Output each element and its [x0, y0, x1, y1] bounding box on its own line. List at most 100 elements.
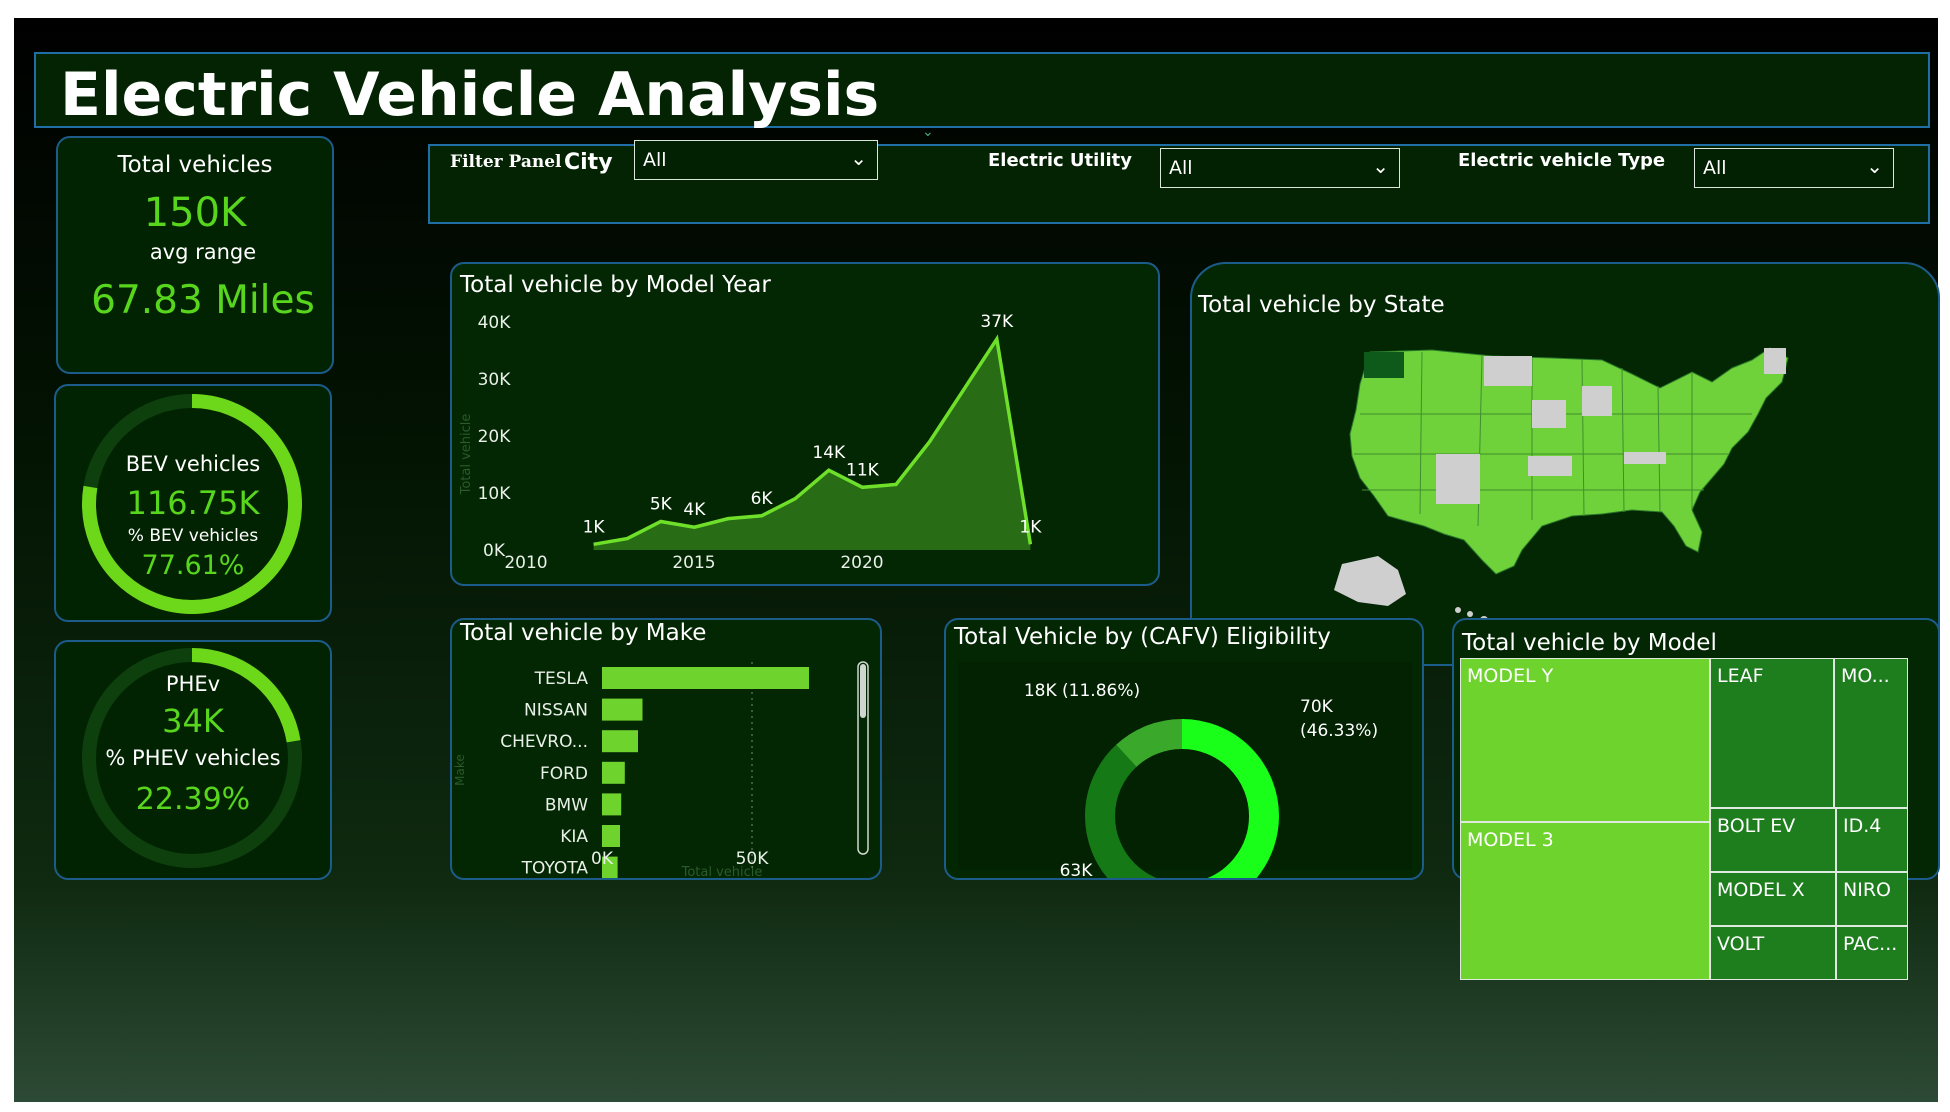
kpi-bev-pct-value: 77.61%	[141, 550, 245, 581]
treemap-cell-niro[interactable]: NIRO	[1836, 872, 1908, 926]
y-tick-label: 20K	[478, 427, 512, 447]
x-tick-label: 2010	[504, 553, 547, 573]
filter-panel: Filter Panel City All ⌄ Electric Utility…	[428, 140, 1930, 224]
bar-category-label: CHEVRO...	[500, 732, 588, 752]
slice-pct-label: (46.33%)	[1300, 721, 1378, 741]
chevron-down-icon: ⌄	[850, 146, 867, 170]
data-label: 1K	[583, 517, 606, 537]
chevron-down-icon[interactable]: ⌄	[922, 124, 934, 140]
data-label: 14K	[812, 443, 846, 463]
treemap-cell-mo[interactable]: MO...	[1834, 658, 1908, 808]
kpi-total-value: 150K	[143, 190, 247, 236]
treemap-cell-id4[interactable]: ID.4	[1836, 808, 1908, 872]
kpi-range-value: 67.83 Miles	[91, 278, 315, 323]
bar	[602, 698, 643, 721]
state-kentucky	[1624, 452, 1666, 464]
y-tick-label: 30K	[478, 370, 512, 390]
filter-panel-label: Filter Panel	[450, 152, 562, 172]
scrollbar-thumb[interactable]	[860, 664, 866, 718]
bar-category-label: BMW	[545, 795, 588, 815]
type-label: Electric vehicle Type	[1458, 150, 1666, 171]
kpi-phev-pct-label: % PHEV vehicles	[105, 746, 281, 770]
chevron-down-icon: ⌄	[1866, 154, 1883, 178]
state-map-chart: Total vehicle by State	[1190, 262, 1940, 666]
bar-category-label: TESLA	[534, 669, 589, 689]
data-label: 1K	[1019, 517, 1042, 537]
treemap-cell-leaf[interactable]: LEAF	[1710, 658, 1834, 808]
state-maine	[1764, 348, 1786, 374]
y-tick-label: 10K	[478, 484, 512, 504]
data-label: 6K	[751, 489, 774, 509]
area-chart-svg: Total vehicle 0K 10K 20K 30K 40K 2010 2015 2020…	[459, 312, 1042, 573]
treemap-cell-volt[interactable]: VOLT	[1710, 926, 1836, 980]
title-bar: Electric Vehicle Analysis ⌄	[34, 52, 1930, 140]
state-oklahoma	[1528, 456, 1572, 476]
x-tick-label: 50K	[736, 849, 770, 869]
chevron-down-icon: ⌄	[1372, 154, 1389, 178]
type-dropdown-value: All	[1703, 157, 1727, 179]
city-dropdown-value: All	[643, 149, 667, 171]
kpi-phev-value: 34K	[162, 702, 224, 740]
state-wisconsin	[1582, 386, 1612, 416]
page-title: Electric Vehicle Analysis	[60, 60, 880, 130]
state-washington	[1364, 352, 1404, 378]
state-north-dakota	[1484, 356, 1532, 386]
bar	[602, 761, 625, 784]
kpi-phev-label: PHEv	[165, 672, 221, 696]
model-year-chart: Total vehicle by Model Year Total vehicl…	[450, 262, 1160, 586]
treemap-cell-model-y[interactable]: MODEL Y	[1460, 658, 1710, 822]
bar	[602, 825, 620, 847]
utility-dropdown[interactable]: All ⌄	[1160, 148, 1400, 188]
data-label: 11K	[846, 460, 880, 480]
treemap-cell-pac[interactable]: PAC...	[1836, 926, 1908, 980]
x-tick-label: 0K	[591, 849, 614, 869]
treemap-cell-model-x[interactable]: MODEL X	[1710, 872, 1836, 926]
utility-dropdown-value: All	[1169, 157, 1193, 179]
kpi-range-label: avg range	[149, 240, 257, 264]
state-iowa	[1532, 400, 1566, 428]
kpi-bev-value: 116.75K	[126, 484, 260, 522]
kpi-bev-label: BEV vehicles	[125, 452, 261, 476]
state-alaska	[1334, 556, 1406, 606]
bar-category-label: KIA	[560, 827, 588, 847]
bar-category-label: TOYOTA	[521, 859, 589, 878]
kpi-bev-pct-label: % BEV vehicles	[127, 526, 259, 546]
treemap-cell-bolt-ev[interactable]: BOLT EV	[1710, 808, 1836, 872]
cafv-donut-chart: Total Vehicle by (CAFV) Eligibility 70K(…	[944, 618, 1424, 880]
make-bar-chart: Total vehicle by Make Make Total vehicle…	[450, 618, 882, 880]
type-dropdown[interactable]: All ⌄	[1694, 148, 1894, 188]
kpi-phev-pct-value: 22.39%	[135, 782, 251, 817]
y-axis-title: Make	[453, 754, 467, 786]
treemap-cell-model-3[interactable]: MODEL 3	[1460, 822, 1710, 980]
state-new-mexico	[1436, 454, 1480, 504]
bar	[602, 730, 638, 753]
bar	[602, 667, 809, 689]
city-label: City	[564, 150, 613, 175]
utility-label: Electric Utility	[988, 150, 1132, 171]
donut-svg: 70K(46.33%)63K(41.81%)18K (11.86%)	[1024, 681, 1378, 878]
kpi-bev-card: BEV vehicles 116.75K % BEV vehicles 77.6…	[54, 384, 332, 622]
slice-label: 63K	[1060, 861, 1094, 878]
data-label: 37K	[980, 312, 1014, 332]
x-tick-label: 2020	[840, 553, 883, 573]
city-dropdown[interactable]: All ⌄	[634, 140, 878, 180]
y-axis-title: Total vehicle	[459, 414, 474, 496]
kpi-total-label: Total vehicles	[117, 152, 273, 178]
kpi-total-card: Total vehicles 150K avg range 67.83 Mile…	[56, 136, 334, 374]
data-label: 5K	[650, 495, 673, 515]
y-tick-label: 40K	[478, 313, 512, 333]
slice-label: 70K	[1300, 697, 1334, 717]
chart-title: Total vehicle by Model	[1462, 630, 1717, 656]
bar	[602, 793, 622, 816]
dashboard-canvas: Electric Vehicle Analysis ⌄ Total vehicl…	[14, 18, 1940, 1102]
bar-chart-svg: Make Total vehicle TESLANISSANCHEVRO...F…	[453, 661, 869, 878]
y-tick-label: 0K	[483, 541, 506, 561]
model-treemap-chart: Total vehicle by Model MODEL Y MODEL 3 L…	[1452, 618, 1940, 980]
slice-label: 18K (11.86%)	[1024, 681, 1140, 701]
x-tick-label: 2015	[672, 553, 715, 573]
bar-category-label: NISSAN	[524, 701, 588, 721]
us-map[interactable]	[1192, 264, 1938, 664]
bar-category-label: FORD	[540, 764, 588, 784]
kpi-phev-card: PHEv 34K % PHEV vehicles 22.39%	[54, 640, 332, 880]
data-label: 4K	[683, 500, 706, 520]
